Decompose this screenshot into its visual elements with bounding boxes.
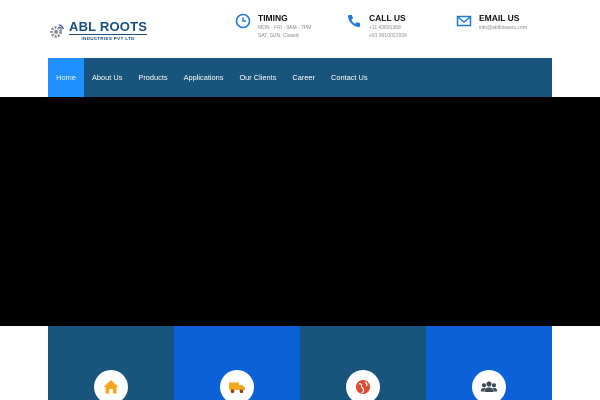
site-logo[interactable]: ABL ROOTS INDUSTRIES PVT LTD: [48, 18, 148, 44]
timing-weekdays: MON - FRI : 9AM - 7PM: [258, 25, 312, 31]
brand-subtitle: INDUSTRIES PVT LTD: [69, 34, 148, 42]
page: ABL ROOTS INDUSTRIES PVT LTD TIMING MON …: [0, 0, 600, 400]
nav-item-about-us[interactable]: About Us: [84, 58, 130, 97]
feature-box-4[interactable]: [426, 326, 552, 400]
timing-weekend: SAT, SUN: Closed: [258, 33, 299, 39]
phone-number-1[interactable]: +11 43691368: [369, 24, 407, 32]
nav-item-contact-us[interactable]: Contact Us: [323, 58, 376, 97]
nav-item-applications[interactable]: Applications: [176, 58, 232, 97]
feature-icon-circle: [346, 370, 380, 400]
envelope-icon: [456, 15, 472, 27]
feature-box-2[interactable]: [174, 326, 300, 400]
feature-icon-circle: [472, 370, 506, 400]
main-navigation: Home About Us Products Applications Our …: [48, 58, 552, 97]
call-block: CALL US +11 43691368 +91 9910022939: [346, 12, 407, 40]
home-icon: [103, 380, 119, 394]
phone-number-2[interactable]: +91 9910022939: [369, 32, 407, 40]
email-block: EMAIL US info@ablblowers.com: [456, 12, 527, 32]
email-address[interactable]: info@ablblowers.com: [479, 24, 527, 32]
clock-icon: [235, 13, 251, 29]
email-title: EMAIL US: [479, 13, 520, 23]
feature-box-3[interactable]: [300, 326, 426, 400]
hero-slider: [0, 97, 600, 326]
nav-item-home[interactable]: Home: [48, 58, 84, 97]
nav-item-products[interactable]: Products: [130, 58, 175, 97]
feature-box-1[interactable]: [48, 326, 174, 400]
truck-icon: [229, 382, 245, 393]
nav-item-career[interactable]: Career: [284, 58, 323, 97]
gear-logo-icon: [50, 24, 64, 38]
timing-title: TIMING: [258, 13, 288, 23]
feature-icon-circle: [94, 370, 128, 400]
globe-icon: [356, 380, 370, 394]
timing-block: TIMING MON - FRI : 9AM - 7PM SAT, SUN: C…: [235, 12, 311, 40]
feature-row: [48, 326, 552, 400]
call-title: CALL US: [369, 13, 406, 23]
phone-icon: [348, 15, 360, 27]
feature-icon-circle: [220, 370, 254, 400]
nav-item-our-clients[interactable]: Our Clients: [231, 58, 284, 97]
brand-title: ABL ROOTS: [69, 19, 148, 34]
users-icon: [480, 381, 498, 392]
